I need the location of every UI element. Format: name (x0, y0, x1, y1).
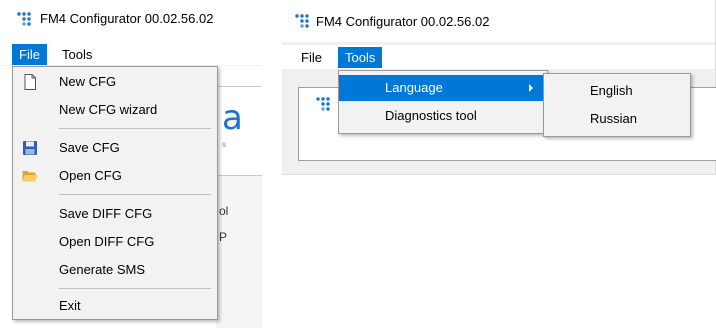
menu-item-english[interactable]: English (544, 78, 690, 104)
title-bar: FM4 Configurator 00.02.56.02 (0, 0, 262, 40)
background-panel-lower (216, 176, 262, 328)
menu-tools[interactable]: Tools (338, 47, 383, 68)
menu-item-open-cfg[interactable]: Open CFG (13, 163, 217, 189)
menu-file[interactable]: File (294, 47, 329, 68)
menu-file[interactable]: File (12, 44, 47, 65)
menu-item-diagnostics-tool[interactable]: Diagnostics tool (339, 103, 547, 129)
menu-item-new-cfg[interactable]: New CFG (13, 69, 217, 95)
menu-separator (59, 288, 211, 289)
menu-separator (59, 194, 211, 195)
menu-item-save-cfg[interactable]: Save CFG (13, 135, 217, 161)
window-title: FM4 Configurator 00.02.56.02 (40, 11, 214, 26)
language-submenu: English Russian (543, 73, 691, 137)
new-document-icon (24, 74, 36, 90)
menu-item-russian[interactable]: Russian (544, 106, 690, 132)
menu-separator (59, 128, 211, 129)
menu-item-new-cfg-wizard[interactable]: New CFG wizard (13, 97, 217, 123)
tools-menu-dropdown: Language Diagnostics tool (338, 70, 548, 134)
menu-bar: File Tools (0, 42, 262, 66)
left-window: FM4 Configurator 00.02.56.02 File Tools … (0, 0, 262, 328)
app-logo-icon (17, 12, 31, 26)
floppy-disk-icon (23, 141, 37, 155)
app-logo-icon (295, 14, 309, 28)
background-divider (216, 86, 262, 87)
open-folder-icon (22, 171, 38, 182)
window-title: FM4 Configurator 00.02.56.02 (316, 14, 490, 29)
menu-item-exit[interactable]: Exit (13, 293, 217, 319)
menu-item-save-diff-cfg[interactable]: Save DIFF CFG (13, 201, 217, 227)
right-window: FM4 Configurator 00.02.56.02 File Tools … (282, 0, 716, 175)
menu-item-language[interactable]: Language (339, 75, 547, 101)
background-text-fragment: P (219, 230, 228, 244)
menu-item-generate-sms[interactable]: Generate SMS (13, 257, 217, 283)
background-text-fragment: ol (219, 204, 229, 218)
background-text-fragment: s (222, 140, 226, 149)
menu-item-open-diff-cfg[interactable]: Open DIFF CFG (13, 229, 217, 255)
background-logo-fragment: a (222, 98, 243, 138)
file-menu-dropdown: New CFG New CFG wizard Save CFG Open CFG… (12, 66, 218, 320)
menu-bar: File Tools (282, 45, 715, 69)
menu-tools[interactable]: Tools (55, 44, 99, 65)
submenu-arrow-icon (529, 84, 533, 92)
app-logo-icon (316, 97, 330, 111)
title-bar: FM4 Configurator 00.02.56.02 (282, 0, 715, 42)
